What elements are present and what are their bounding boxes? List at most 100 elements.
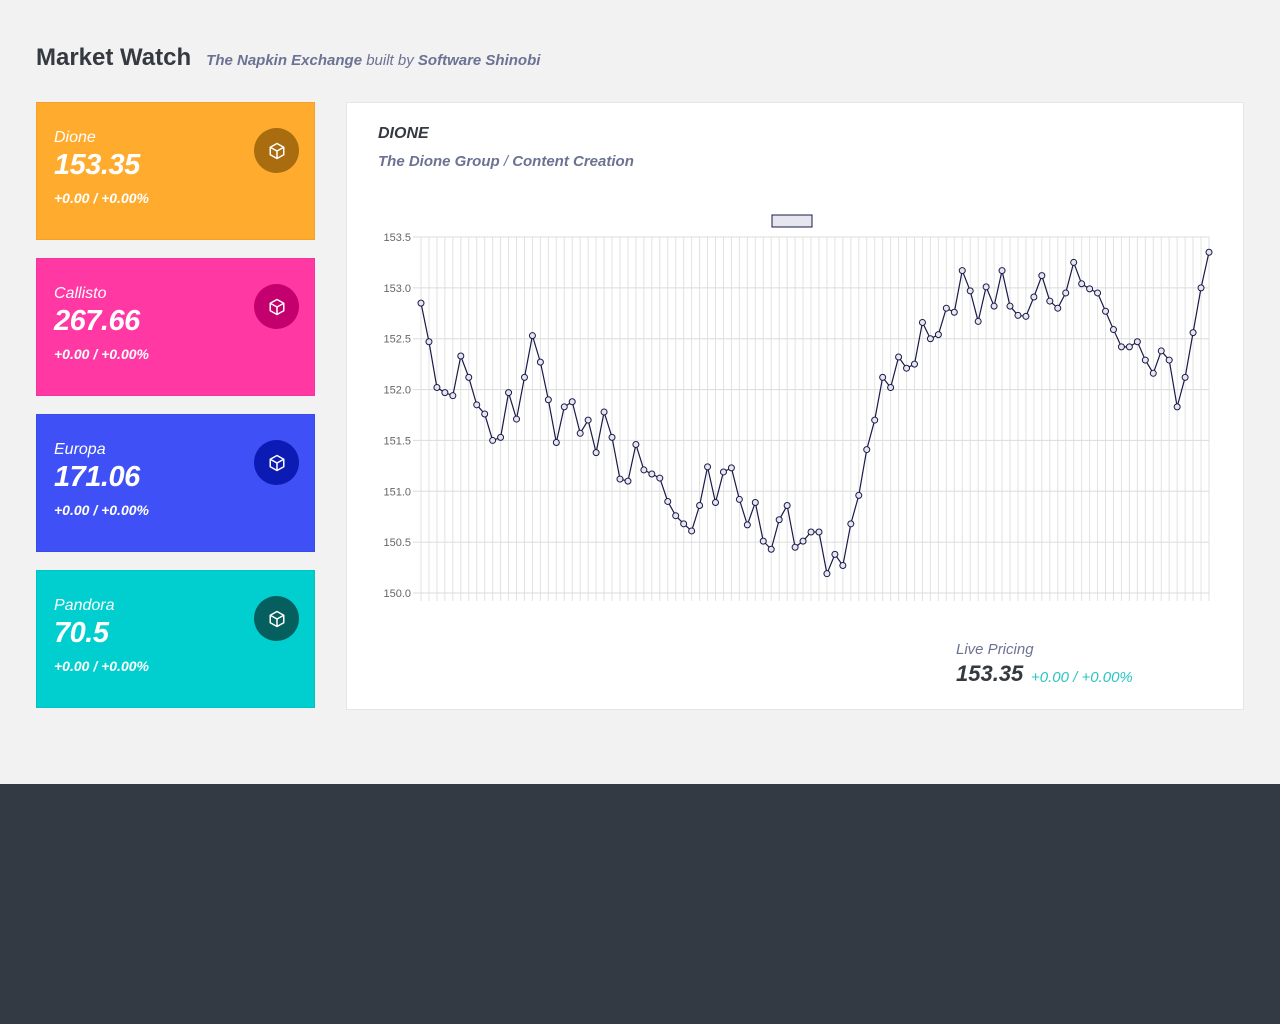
footer xyxy=(0,784,1280,1024)
price-point xyxy=(704,463,712,471)
price-point xyxy=(568,398,576,406)
price-point xyxy=(982,283,990,291)
price-point xyxy=(520,373,528,381)
author-name: Software Shinobi xyxy=(417,52,541,69)
price-point xyxy=(807,528,815,536)
price-point xyxy=(592,449,600,457)
ticker-price: 171.06 xyxy=(54,461,140,493)
ticker-price: 153.35 xyxy=(54,149,140,181)
price-point xyxy=(656,474,664,482)
price-point xyxy=(608,433,616,441)
y-tick-label: 151.0 xyxy=(383,486,411,498)
price-point xyxy=(584,416,592,424)
price-point xyxy=(1022,312,1030,320)
price-point xyxy=(743,521,751,529)
price-point xyxy=(425,338,433,346)
price-point xyxy=(1125,343,1133,351)
price-point xyxy=(934,331,942,339)
page-subtitle: The Napkin Exchange built by Software Sh… xyxy=(206,52,540,69)
price-point xyxy=(465,373,473,381)
price-point xyxy=(560,403,568,411)
cube-icon xyxy=(254,596,299,641)
price-point xyxy=(831,550,839,558)
price-point xyxy=(839,562,847,570)
price-point xyxy=(1181,373,1189,381)
ticker-change: +0.00 / +0.00% xyxy=(54,190,149,206)
price-point xyxy=(783,502,791,510)
exchange-name: The Napkin Exchange xyxy=(206,52,363,69)
y-tick-label: 151.5 xyxy=(383,435,411,447)
price-point xyxy=(457,352,465,360)
price-point xyxy=(513,415,521,423)
y-tick-label: 150.5 xyxy=(383,537,411,549)
price-point xyxy=(576,429,584,437)
price-point xyxy=(544,396,552,404)
price-point xyxy=(918,318,926,326)
ticker-name: Europa xyxy=(54,441,106,458)
ticker-name: Pandora xyxy=(54,597,115,614)
detail-panel: DIONE The Dione Group / Content Creation… xyxy=(346,102,1244,710)
price-point xyxy=(528,332,536,340)
price-point xyxy=(926,335,934,343)
ticker-name: Callisto xyxy=(54,285,107,302)
price-point xyxy=(497,433,505,441)
price-point xyxy=(775,516,783,524)
price-point xyxy=(417,299,425,307)
ticker-price: 70.5 xyxy=(54,617,109,649)
price-point xyxy=(735,495,743,503)
price-point xyxy=(1197,284,1205,292)
ticker-name: Dione xyxy=(54,129,96,146)
price-point xyxy=(1149,369,1157,377)
price-point xyxy=(1078,280,1086,288)
price-point xyxy=(1014,311,1022,319)
price-point xyxy=(1054,304,1062,312)
ticker-card-callisto[interactable]: Callisto 267.66 +0.00 / +0.00% xyxy=(36,258,315,396)
price-point xyxy=(600,408,608,416)
price-point xyxy=(974,317,982,325)
price-point xyxy=(624,477,632,485)
price-point xyxy=(990,302,998,310)
price-point xyxy=(903,364,911,372)
price-point xyxy=(958,267,966,275)
price-point xyxy=(1117,343,1125,351)
price-point xyxy=(855,491,863,499)
price-point xyxy=(767,545,775,553)
price-point xyxy=(696,502,704,510)
y-tick-label: 152.0 xyxy=(383,385,411,397)
price-point xyxy=(895,353,903,361)
price-point xyxy=(1102,307,1110,315)
price-point xyxy=(672,512,680,520)
price-point xyxy=(1133,338,1141,346)
price-point xyxy=(616,475,624,483)
price-point xyxy=(481,410,489,418)
ticker-card-pandora[interactable]: Pandora 70.5 +0.00 / +0.00% xyxy=(36,570,315,708)
price-point xyxy=(879,373,887,381)
price-point xyxy=(871,416,879,424)
ticker-card-europa[interactable]: Europa 171.06 +0.00 / +0.00% xyxy=(36,414,315,552)
price-point xyxy=(552,438,560,446)
page-header: Market Watch The Napkin Exchange built b… xyxy=(36,44,540,72)
cube-icon xyxy=(254,284,299,329)
price-point xyxy=(998,267,1006,275)
price-point xyxy=(536,358,544,366)
price-point xyxy=(910,360,918,368)
price-point xyxy=(648,470,656,478)
price-point xyxy=(680,520,688,528)
price-point xyxy=(950,308,958,316)
price-point xyxy=(1157,347,1165,355)
price-point xyxy=(640,466,648,474)
live-change: +0.00 / +0.00% xyxy=(1031,669,1133,686)
price-point xyxy=(1173,403,1181,411)
price-point xyxy=(433,384,441,392)
price-point xyxy=(751,498,759,506)
legend-swatch xyxy=(771,214,813,228)
price-point xyxy=(759,537,767,545)
ticker-card-dione[interactable]: Dione 153.35 +0.00 / +0.00% xyxy=(36,102,315,240)
price-point xyxy=(719,468,727,476)
price-point xyxy=(489,436,497,444)
price-point xyxy=(1094,289,1102,297)
price-point xyxy=(1062,289,1070,297)
page-title: Market Watch xyxy=(36,44,192,71)
y-tick-label: 153.5 xyxy=(383,232,411,244)
built-by-text: built by xyxy=(366,52,414,69)
